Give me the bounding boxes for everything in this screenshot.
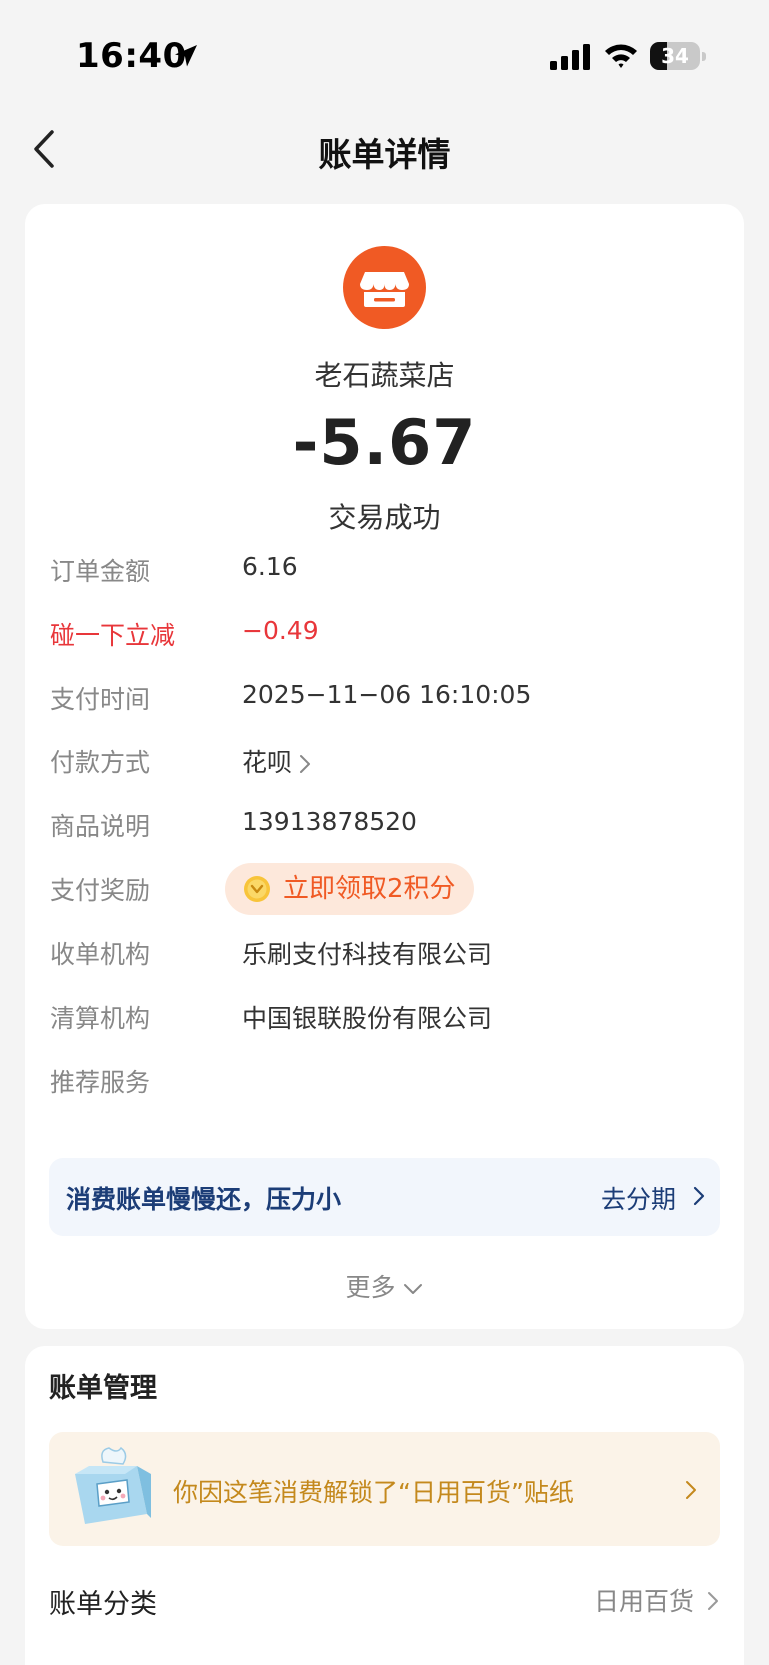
detail-row-reward: 支付奖励 立即领取2积分 <box>25 863 744 915</box>
more-button[interactable]: 更多 <box>25 1268 744 1304</box>
detail-row-pay-time: 支付时间 2025−11−06 16:10:05 <box>25 680 744 720</box>
detail-row-clearing: 清算机构 中国银联股份有限公司 <box>25 999 744 1039</box>
detail-row-description: 商品说明 13913878520 <box>25 807 744 847</box>
chevron-down-icon <box>403 1284 422 1294</box>
detail-row-payment-method[interactable]: 付款方式 花呗 <box>25 743 744 783</box>
transaction-status: 交易成功 <box>328 501 441 534</box>
detail-value: 13913878520 <box>242 807 417 836</box>
detail-value: 2025−11−06 16:10:05 <box>242 680 532 709</box>
merchant-name: 老石蔬菜店 <box>314 359 455 392</box>
detail-label: 支付时间 <box>50 685 151 714</box>
cellular-signal-icon <box>550 44 590 70</box>
battery-percent: 34 <box>661 44 689 68</box>
payment-method-link[interactable]: 花呗 <box>242 743 312 779</box>
detail-value: −0.49 <box>242 616 319 645</box>
bill-category-row[interactable]: 账单分类 日用百货 <box>25 1582 744 1632</box>
installment-link[interactable]: 去分期 <box>601 1180 676 1216</box>
battery-icon: 34 <box>650 42 700 70</box>
detail-row-acquirer: 收单机构 乐刷支付科技有限公司 <box>25 935 744 975</box>
promo-text: 消费账单慢慢还，压力小 <box>66 1185 342 1214</box>
detail-label: 商品说明 <box>50 812 151 841</box>
nav-bar: 账单详情 <box>0 110 769 190</box>
chevron-right-icon <box>300 755 311 773</box>
detail-value: 6.16 <box>242 552 298 581</box>
bill-detail-page: 16:40 34 账单详情 老石蔬菜店 -5.67 交易成功 订单金额 6.16… <box>0 0 769 1665</box>
detail-label: 支付奖励 <box>50 876 151 905</box>
detail-row-recommended: 推荐服务 <box>25 1063 744 1103</box>
detail-row-order-amount: 订单金额 6.16 <box>25 552 744 592</box>
chevron-right-icon <box>693 1186 705 1206</box>
claim-points-button[interactable]: 立即领取2积分 <box>225 863 474 915</box>
section-title: 账单管理 <box>49 1373 157 1404</box>
sticker-unlock-banner[interactable]: 你因这笔消费解锁了“日用百货”贴纸 <box>49 1432 720 1546</box>
detail-label: 收单机构 <box>50 940 151 969</box>
location-arrow-icon <box>175 45 197 67</box>
detail-value: 花呗 <box>242 748 293 777</box>
detail-value: 乐刷支付科技有限公司 <box>242 940 493 969</box>
detail-value: 中国银联股份有限公司 <box>242 1004 493 1033</box>
transaction-card: 老石蔬菜店 -5.67 交易成功 订单金额 6.16 碰一下立减 −0.49 支… <box>25 204 744 1329</box>
battery-indicator: 34 <box>650 42 706 70</box>
detail-label: 清算机构 <box>50 1004 151 1033</box>
claim-points-label: 立即领取2积分 <box>283 874 456 904</box>
status-time: 16:40 <box>76 36 187 76</box>
detail-label: 订单金额 <box>50 557 151 586</box>
transaction-amount: -5.67 <box>292 406 477 479</box>
detail-row-discount: 碰一下立减 −0.49 <box>25 616 744 656</box>
coin-icon <box>244 876 270 902</box>
battery-cap <box>702 52 706 61</box>
status-bar: 16:40 34 <box>0 0 769 110</box>
detail-label: 推荐服务 <box>50 1068 151 1097</box>
chevron-right-icon <box>686 1481 696 1499</box>
more-label: 更多 <box>345 1273 396 1302</box>
wifi-icon <box>605 44 637 68</box>
installment-promo-banner[interactable]: 消费账单慢慢还，压力小 去分期 <box>49 1158 720 1236</box>
chevron-right-icon <box>708 1592 718 1610</box>
sticker-unlock-text: 你因这笔消费解锁了“日用百货”贴纸 <box>173 1478 574 1507</box>
category-value: 日用百货 <box>593 1587 694 1616</box>
tissue-box-icon <box>75 1446 151 1524</box>
bill-management-card: 账单管理 你因这笔消费解锁了“日用百货”贴纸 账单分类 日用百货 <box>25 1346 744 1665</box>
detail-label: 付款方式 <box>50 748 151 777</box>
detail-label: 碰一下立减 <box>50 621 176 650</box>
page-title: 账单详情 <box>318 135 451 174</box>
category-label: 账单分类 <box>49 1589 157 1620</box>
store-icon <box>343 246 426 329</box>
